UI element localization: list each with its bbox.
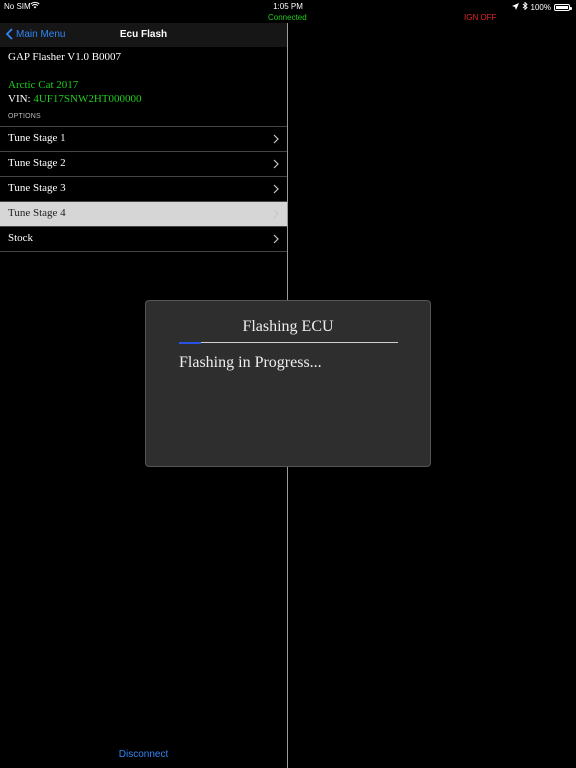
progress-bar [179, 342, 398, 344]
page-title: Ecu Flash [119, 29, 168, 40]
progress-bar-fill [179, 342, 201, 344]
option-tune-stage-2[interactable]: Tune Stage 2 [0, 152, 287, 177]
device-name: GAP Flasher V1.0 B0007 [8, 51, 122, 63]
disconnect-button[interactable]: Disconnect [0, 749, 287, 760]
navigation-bar: Main Menu Ecu Flash [0, 23, 287, 47]
flashing-dialog: Flashing ECU Flashing in Progress... [145, 300, 431, 467]
option-label: Tune Stage 3 [8, 182, 66, 194]
dialog-message: Flashing in Progress... [179, 354, 322, 371]
vin-value: 4UF17SNW2HT000000 [33, 93, 142, 105]
connection-status: Connected [268, 13, 307, 22]
dialog-title: Flashing ECU [242, 318, 334, 335]
location-icon [511, 2, 519, 12]
option-label: Tune Stage 4 [8, 207, 66, 219]
option-label: Tune Stage 2 [8, 157, 66, 169]
ignition-status: IGN OFF [464, 13, 497, 22]
clock: 1:05 PM [273, 2, 303, 11]
vin-line: VIN: 4UF17SNW2HT000000 [8, 93, 142, 105]
battery-percent: 100% [530, 2, 551, 12]
chevron-right-icon [273, 234, 279, 244]
option-tune-stage-1[interactable]: Tune Stage 1 [0, 127, 287, 152]
battery-icon [554, 3, 572, 11]
bluetooth-icon [522, 1, 528, 12]
options-list: Tune Stage 1 Tune Stage 2 Tune Stage 3 T… [0, 126, 287, 252]
status-bar: No SIM 1:05 PM 100% [0, 0, 576, 12]
options-header: OPTIONS [8, 113, 41, 120]
vehicle-name: Arctic Cat 2017 [8, 79, 79, 91]
option-stock[interactable]: Stock [0, 227, 287, 252]
option-label: Stock [8, 232, 34, 244]
vin-label: VIN: [8, 93, 31, 105]
option-tune-stage-3[interactable]: Tune Stage 3 [0, 177, 287, 202]
chevron-right-icon [273, 134, 279, 144]
option-tune-stage-4[interactable]: Tune Stage 4 [0, 202, 287, 227]
option-label: Tune Stage 1 [8, 132, 66, 144]
chevron-right-icon [273, 209, 279, 219]
chevron-right-icon [273, 184, 279, 194]
chevron-right-icon [273, 159, 279, 169]
